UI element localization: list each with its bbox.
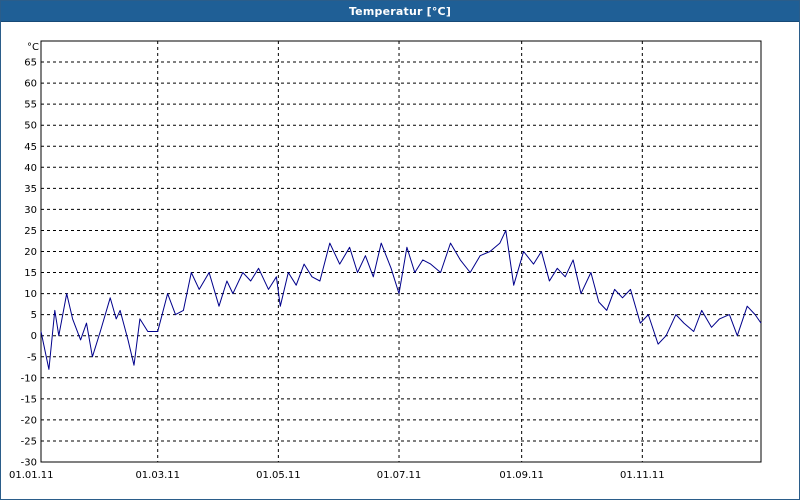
y-tick-label: 55 [24,100,37,111]
x-tick-label: 01.11.11 [620,470,665,481]
y-tick-label: 15 [24,268,37,279]
y-tick-label: -15 [21,394,37,405]
title-bar: Temperatur [°C] [1,1,799,22]
chart-window: Temperatur [°C] 65 60 55 50 45 40 35 30 25 20 15 10… [0,0,800,500]
x-tick-label: 01.07.11 [377,470,422,481]
y-tick-label: 5 [31,310,37,321]
x-tick-label: 01.05.11 [256,470,301,481]
y-tick-label: -30 [21,458,37,469]
temperature-chart: 65605550454035302520151050-5-10-15-20-25… [9,40,762,481]
y-tick-label: -25 [21,436,37,447]
y-axis-label: °C [27,42,39,53]
window-title: Temperatur [°C] [348,4,452,18]
y-tick-label: 60 [24,79,37,90]
y-tick-label: 65 [24,58,37,69]
y-tick-label: 20 [24,247,37,258]
x-tick-label: 01.01.11 [9,470,54,481]
grid-lines [41,41,761,462]
x-tick-label: 01.09.11 [499,470,544,481]
y-tick-label: 40 [24,163,37,174]
y-tick-label: 10 [24,289,37,300]
y-tick-label: 35 [24,184,37,195]
y-tick-label: -10 [21,373,37,384]
y-axis: 65605550454035302520151050-5-10-15-20-25… [21,58,37,469]
y-tick-label: 0 [31,331,37,342]
x-tick-label: 01.03.11 [135,470,180,481]
x-axis: 01.01.11 01.03.11 01.05.11 01.07.11 01.09.11… [9,470,665,481]
y-tick-label: 25 [24,226,37,237]
y-tick-label: 50 [24,121,37,132]
y-tick-label: 30 [24,205,37,216]
y-tick-label: 45 [24,142,37,153]
y-tick-label: -20 [21,415,37,426]
y-tick-label: -5 [27,352,37,363]
